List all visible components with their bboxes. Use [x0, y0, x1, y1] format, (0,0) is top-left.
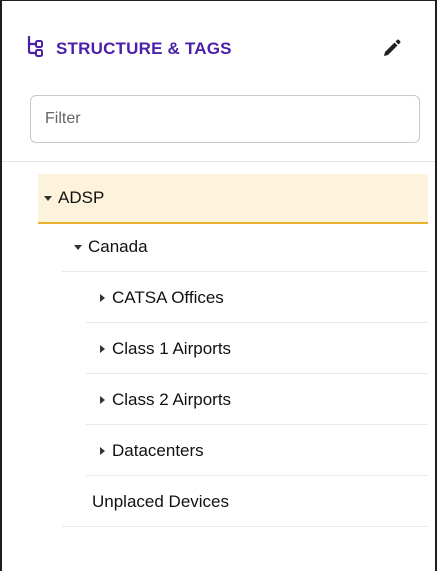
tree-item-label: Datacenters [112, 440, 204, 460]
edit-button[interactable] [379, 37, 403, 61]
tree-item-label: ADSP [58, 188, 105, 207]
tree-item-class-1-airports[interactable]: Class 1 Airports [86, 324, 428, 374]
tree-item-canada[interactable]: Canada [62, 222, 428, 272]
structure-tags-panel: STRUCTURE & TAGS ADSP Canada CATSA Offic… [0, 0, 437, 571]
filter-input[interactable] [30, 95, 420, 143]
divider [2, 161, 435, 162]
tree-item-catsa-offices[interactable]: CATSA Offices [86, 273, 428, 323]
tree-item-label: Canada [88, 236, 148, 256]
chevron-down-icon[interactable] [44, 196, 52, 201]
chevron-right-icon[interactable] [100, 446, 105, 455]
chevron-right-icon[interactable] [100, 395, 105, 404]
chevron-right-icon[interactable] [100, 293, 105, 302]
tree-item-label: Unplaced Devices [92, 491, 230, 511]
chevron-right-icon[interactable] [100, 344, 105, 353]
tree-item-label: Class 2 Airports [112, 389, 232, 409]
chevron-down-icon[interactable] [74, 244, 82, 250]
tree-item-label: CATSA Offices [112, 287, 224, 307]
panel-title: STRUCTURE & TAGS [56, 39, 232, 58]
structure-icon [27, 35, 43, 57]
tree-item-label: Class 1 Airports [112, 338, 232, 358]
panel-header: STRUCTURE & TAGS [2, 1, 435, 97]
tree-item-adsp[interactable]: ADSP [38, 174, 428, 224]
filter-wrapper [30, 95, 420, 143]
tree-item-class-2-airports[interactable]: Class 2 Airports [86, 375, 428, 425]
tree-item-unplaced-devices[interactable]: Unplaced Devices [62, 477, 428, 527]
tree-item-datacenters[interactable]: Datacenters [86, 426, 428, 476]
pencil-icon [384, 39, 401, 56]
